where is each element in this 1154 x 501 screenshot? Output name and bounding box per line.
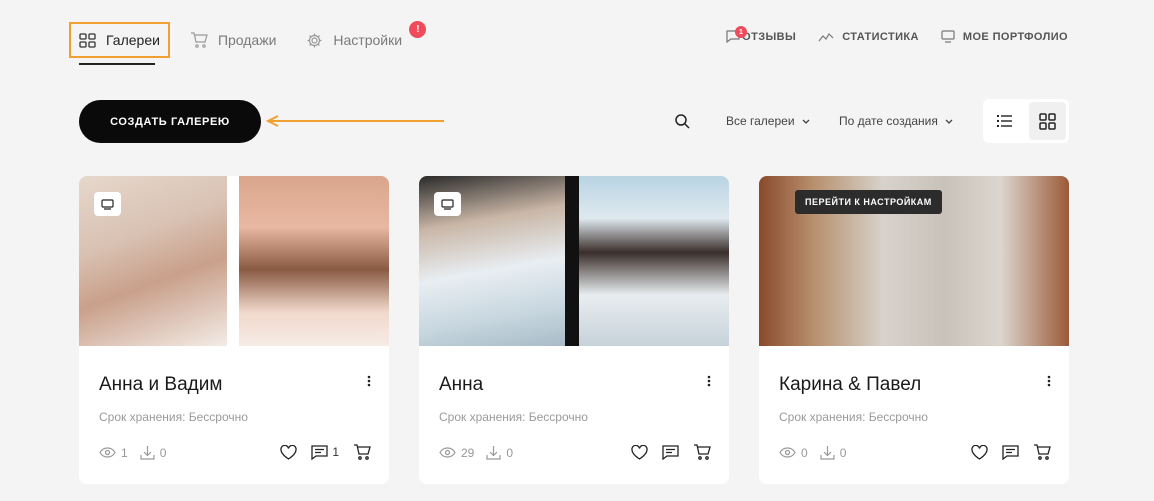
grid-view-button[interactable] [1029,102,1066,140]
gallery-stats: 1 0 [99,445,178,460]
grid-icon [1039,112,1056,130]
portfolio-label: МОЕ ПОРТФОЛИО [962,30,1068,43]
cart-button[interactable] [693,444,711,460]
secondary-nav: 1 ОТЗЫВЫ СТАТИСТИКА МОЕ ПОРТФОЛИО [704,26,1068,43]
cart-icon [694,444,711,460]
gallery-card[interactable]: Анна и Вадим Срок хранения: Бессрочно 1 … [79,176,389,484]
gallery-title: Анна [439,374,484,395]
views-count: 0 [801,445,808,460]
comments-button[interactable]: 1 [311,444,339,460]
gallery-card[interactable]: Анна Срок хранения: Бессрочно 29 0 [419,176,729,484]
comment-icon [1002,444,1019,460]
cart-button[interactable] [353,444,371,460]
reviews-link[interactable]: 1 ОТЗЫВЫ [726,26,797,43]
gallery-actions [617,444,711,460]
active-tab-underline [79,63,155,65]
downloads-stat: 0 [140,445,167,460]
sort-dropdown[interactable]: По дате создания [839,114,953,128]
gallery-stats: 0 0 [779,445,858,460]
tab-galleries-label: Галереи [106,32,160,48]
gallery-card[interactable]: ПЕРЕЙТИ К НАСТРОЙКАМ Карина & Павел Срок… [759,176,1069,484]
download-icon [486,446,501,460]
gallery-filter-dropdown[interactable]: Все галереи [726,114,810,128]
gallery-stats: 29 0 [439,445,525,460]
downloads-stat: 0 [820,445,847,460]
eye-icon [779,447,796,458]
heart-icon [631,444,648,460]
monitor-icon [941,30,955,43]
portfolio-link[interactable]: МОЕ ПОРТФОЛИО [941,30,1068,43]
list-view-button[interactable] [986,102,1023,140]
views-stat: 1 [99,446,128,460]
download-icon [140,446,155,460]
cart-icon [354,444,371,460]
tab-settings[interactable]: Настройки ! [306,21,427,58]
favorite-button[interactable] [631,444,648,460]
search-icon[interactable] [674,113,690,129]
storage-term: Срок хранения: Бессрочно [439,410,588,424]
go-to-settings-button[interactable]: ПЕРЕЙТИ К НАСТРОЙКАМ [795,190,942,214]
settings-alert-badge: ! [409,21,427,38]
comment-icon [662,444,679,460]
download-icon [820,446,835,460]
eye-icon [99,447,116,458]
downloads-count: 0 [159,445,167,460]
favorite-button[interactable] [280,444,297,460]
annotation-arrow [266,115,444,127]
downloads-count: 0 [839,445,847,460]
list-icon [997,115,1012,127]
tab-sales[interactable]: Продажи [190,22,276,58]
view-toggle [983,99,1069,143]
cover-photo-right [239,176,389,346]
tab-galleries[interactable]: Галереи [69,22,170,58]
create-gallery-button[interactable]: СОЗДАТЬ ГАЛЕРЕЮ [79,100,261,143]
grid-icon [79,32,96,48]
more-vertical-icon[interactable] [707,375,711,387]
statistics-link[interactable]: СТАТИСТИКА [818,31,919,43]
favorite-button[interactable] [971,444,988,460]
gallery-actions [957,444,1051,460]
storage-term: Срок хранения: Бессрочно [99,410,248,424]
storage-term: Срок хранения: Бессрочно [779,410,928,424]
views-stat: 0 [779,446,808,460]
views-stat: 29 [439,446,474,460]
statistics-label: СТАТИСТИКА [842,30,919,43]
eye-icon [439,447,456,458]
views-count: 29 [461,445,475,460]
chevron-down-icon [945,119,953,124]
cart-icon [190,32,208,48]
chevron-down-icon [802,119,809,124]
gear-icon [307,33,322,47]
views-count: 1 [121,445,128,460]
chart-line-icon [818,32,834,41]
sort-label: По дате создания [839,114,938,128]
comments-count: 1 [332,445,339,459]
more-vertical-icon[interactable] [1047,375,1051,387]
comments-button[interactable] [662,444,679,460]
monitor-icon [94,192,121,216]
gallery-cover[interactable] [419,176,729,346]
tab-settings-label: Настройки [333,32,403,48]
comment-icon [311,444,328,460]
monitor-icon [434,192,461,216]
main-nav: Галереи Продажи Настройки ! [69,21,432,58]
downloads-stat: 0 [486,445,513,460]
tab-sales-label: Продажи [217,32,277,48]
more-vertical-icon[interactable] [367,375,371,387]
heart-icon [971,444,988,460]
comments-button[interactable] [1002,444,1019,460]
cart-button[interactable] [1033,444,1051,460]
heart-icon [280,444,297,460]
gallery-title: Карина & Павел [779,374,922,395]
cart-icon [1034,444,1051,460]
gallery-actions: 1 [266,444,371,460]
gallery-cover[interactable]: ПЕРЕЙТИ К НАСТРОЙКАМ [759,176,1069,346]
cover-photo-right [579,176,729,346]
gallery-filter-label: Все галереи [726,114,795,128]
gallery-cover[interactable] [79,176,389,346]
gallery-title: Анна и Вадим [99,374,223,395]
downloads-count: 0 [506,445,514,460]
reviews-label: ОТЗЫВЫ [742,30,797,43]
